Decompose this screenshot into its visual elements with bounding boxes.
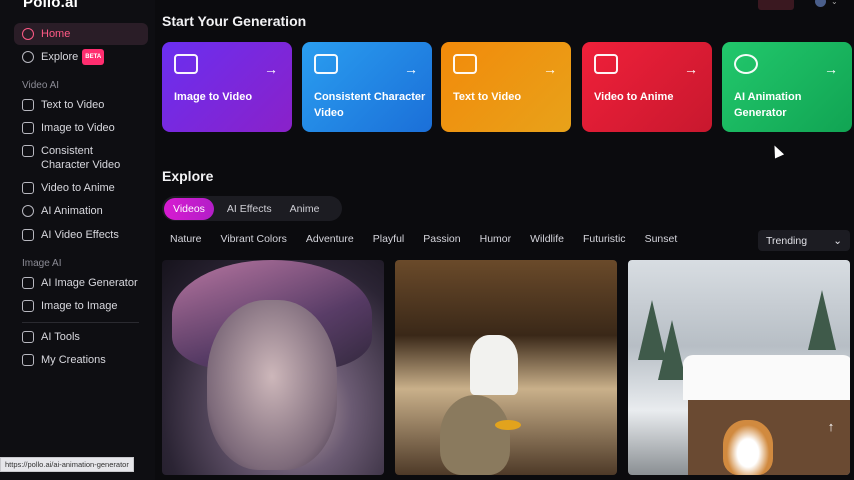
video-camera-icon (594, 54, 618, 74)
filter-passion[interactable]: Passion (423, 233, 460, 245)
sidebar-item-my-creations[interactable]: My Creations (14, 353, 148, 367)
sidebar-divider (22, 322, 139, 323)
beta-badge: BETA (82, 49, 105, 65)
document-icon (453, 54, 477, 74)
home-icon (22, 28, 34, 40)
section-label-image: Image AI (22, 258, 62, 269)
status-bar-url: https://pollo.ai/ai-animation-generator (0, 457, 134, 472)
arrow-right-icon: → (684, 61, 698, 77)
card-label: Image to Video (174, 91, 253, 103)
compass-icon (22, 51, 34, 63)
sort-dropdown[interactable]: Trending ⌄ (758, 230, 850, 251)
chevron-down-icon[interactable]: ⌄ (831, 0, 838, 6)
card-video-to-anime[interactable]: → Video to Anime (582, 42, 712, 132)
video-thumbnail[interactable] (395, 260, 617, 475)
section-label-video: Video AI (22, 80, 60, 91)
tools-icon (22, 331, 34, 343)
sidebar-item-home[interactable]: Home (14, 23, 148, 45)
thumbnail-art (207, 300, 337, 470)
sidebar-item-label: Image to Video (41, 122, 115, 134)
card-ai-animation-generator[interactable]: → AI Animation Generator (722, 42, 852, 132)
sidebar-item-text-to-video[interactable]: Text to Video (14, 98, 148, 112)
thumbnail-art (658, 320, 686, 380)
sidebar-item-label: Consistent Character Video (41, 145, 121, 171)
app-logo[interactable]: Pollo.ai (23, 0, 78, 11)
avatar[interactable] (815, 0, 826, 7)
thumbnail-art (470, 335, 518, 395)
sidebar-item-consistent-character[interactable]: Consistent Character Video (14, 144, 148, 172)
filter-vibrant-colors[interactable]: Vibrant Colors (221, 233, 287, 245)
smiley-icon (734, 54, 758, 74)
card-label: Video to Anime (594, 91, 674, 103)
video-thumbnail[interactable] (162, 260, 384, 475)
sidebar-item-label: AI Animation (41, 205, 103, 217)
thumbnail-art (440, 395, 510, 475)
sidebar-item-label: Video to Anime (41, 182, 115, 194)
sidebar-item-label: Home (41, 28, 71, 40)
text-video-icon (22, 99, 34, 111)
filter-adventure[interactable]: Adventure (306, 233, 354, 245)
filter-sunset[interactable]: Sunset (645, 233, 678, 245)
card-label: Consistent Character Video (314, 91, 426, 119)
arrow-right-icon: → (824, 61, 838, 77)
filter-playful[interactable]: Playful (373, 233, 405, 245)
anime-icon (22, 182, 34, 194)
card-label: Text to Video (453, 91, 522, 103)
effects-icon (22, 229, 34, 241)
tab-videos[interactable]: Videos (164, 197, 214, 220)
image-generator-icon (22, 277, 34, 289)
sidebar-item-ai-tools[interactable]: AI Tools (14, 330, 148, 344)
image-to-image-icon (22, 300, 34, 312)
sidebar-item-label: AI Tools (41, 331, 80, 343)
filter-futuristic[interactable]: Futuristic (583, 233, 626, 245)
thumbnail-art (723, 420, 773, 475)
card-consistent-character-video[interactable]: → Consistent Character Video (302, 42, 432, 132)
sidebar-item-label: AI Image Generator (41, 277, 138, 289)
card-image-to-video[interactable]: → Image to Video (162, 42, 292, 132)
card-text-to-video[interactable]: → Text to Video (441, 42, 571, 132)
explore-tabs: Videos AI Effects Anime (162, 196, 342, 221)
tab-ai-effects[interactable]: AI Effects (218, 198, 281, 220)
filter-nature[interactable]: Nature (170, 233, 202, 245)
character-video-icon (22, 145, 34, 157)
filter-humor[interactable]: Humor (480, 233, 512, 245)
credits-badge[interactable] (758, 0, 794, 10)
sidebar-item-label: My Creations (41, 354, 106, 366)
filter-tags: Nature Vibrant Colors Adventure Playful … (170, 233, 677, 245)
sidebar-item-label: Explore BETA (41, 49, 105, 67)
filter-wildlife[interactable]: Wildlife (530, 233, 564, 245)
sidebar-item-explore[interactable]: Explore BETA (14, 49, 148, 67)
mouse-cursor (769, 143, 785, 159)
video-thumbnail[interactable] (628, 260, 850, 475)
image-video-icon (22, 122, 34, 134)
thumbnail-art (683, 355, 850, 400)
arrow-right-icon: → (543, 61, 557, 77)
animation-icon (22, 205, 34, 217)
thumbnail-art (808, 290, 836, 350)
sidebar-item-video-to-anime[interactable]: Video to Anime (14, 181, 148, 195)
tab-anime[interactable]: Anime (281, 198, 329, 220)
card-label: AI Animation Generator (734, 91, 802, 119)
explore-title: Explore (162, 168, 214, 184)
sidebar-item-image-to-image[interactable]: Image to Image (14, 299, 148, 313)
image-icon (174, 54, 198, 74)
sidebar-item-ai-image-generator[interactable]: AI Image Generator (14, 276, 148, 290)
sidebar-item-image-to-video[interactable]: Image to Video (14, 121, 148, 135)
sidebar-item-label: Image to Image (41, 300, 118, 312)
chevron-down-icon: ⌄ (833, 234, 842, 247)
sidebar-item-label: AI Video Effects (41, 229, 119, 241)
scroll-to-top-button[interactable]: ↑ (822, 418, 840, 436)
arrow-right-icon: → (404, 61, 418, 77)
sidebar: Pollo.ai Home Explore BETA Video AI Text … (0, 0, 155, 480)
thumbnail-art (495, 420, 521, 430)
sidebar-item-ai-video-effects[interactable]: AI Video Effects (14, 228, 148, 242)
generation-heading: Start Your Generation (162, 13, 307, 29)
sidebar-item-label: Text to Video (41, 99, 105, 111)
character-icon (314, 54, 338, 74)
sort-value: Trending (766, 234, 808, 247)
sidebar-item-ai-animation[interactable]: AI Animation (14, 204, 148, 218)
folder-icon (22, 354, 34, 366)
arrow-right-icon: → (264, 61, 278, 77)
